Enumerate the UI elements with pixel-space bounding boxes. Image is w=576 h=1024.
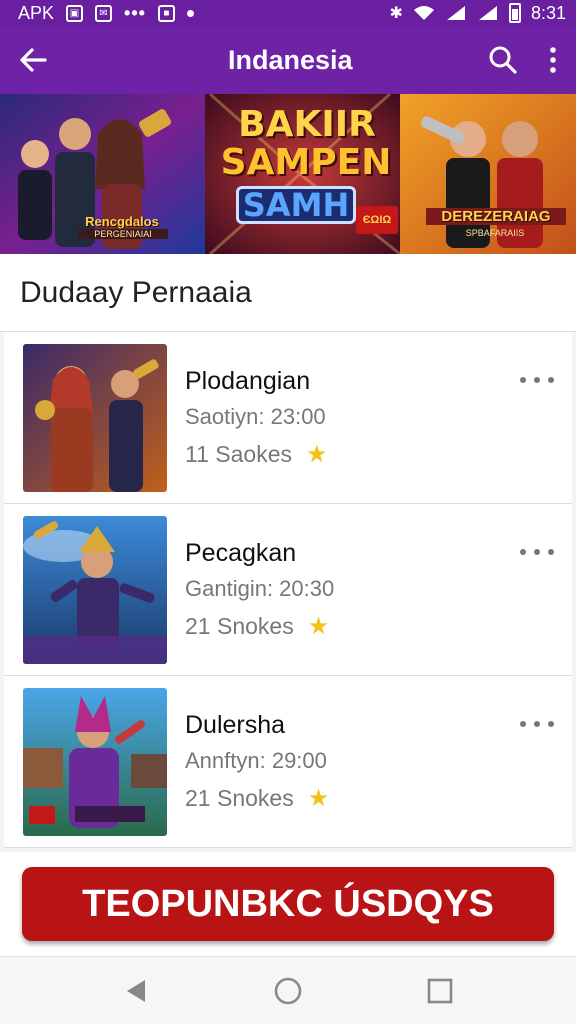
overflow-menu-button[interactable] — [530, 26, 576, 94]
nav-recents-button[interactable] — [410, 961, 470, 1021]
banner-title-line3: SAMH — [236, 186, 356, 224]
mail-icon: ✉ — [95, 4, 113, 22]
photo-icon: ▣ — [66, 4, 84, 22]
cta-container: TEOPUNBKC ÚSDQYS — [0, 852, 576, 956]
status-apk-label: APK — [18, 2, 55, 23]
banner-title-line2: SAMPEN — [220, 142, 392, 183]
status-time: 8:31 — [530, 2, 566, 23]
item-title: Pecagkan — [185, 538, 297, 567]
banner-right-caption: DEREZERAIAG — [426, 208, 566, 225]
more-horizontal-icon — [520, 549, 526, 555]
list-item[interactable]: Plodangian Saotiyn: 23:00 11 Saokes ★ — [4, 332, 572, 504]
item-time: Saotiyn: 23:00 — [185, 403, 326, 429]
signal-icon-1 — [446, 6, 465, 20]
banner-title-line1: BAKIIR — [238, 104, 376, 145]
notification-dot-icon — [186, 9, 194, 17]
square-recents-icon — [427, 978, 453, 1003]
app-bar: Indanesia — [0, 26, 576, 94]
item-title: Dulersha — [185, 710, 286, 739]
event-list: Plodangian Saotiyn: 23:00 11 Saokes ★ Pe… — [4, 332, 572, 848]
more-vertical-icon — [550, 47, 556, 73]
arrow-left-icon — [20, 48, 47, 72]
banner-left-caption: Rencgdalos — [85, 214, 159, 229]
cta-button[interactable]: TEOPUNBKC ÚSDQYS — [22, 867, 554, 941]
section-title: Dudaay Pernaaia — [0, 254, 576, 332]
banner-badge: ЄΩΙΩ — [356, 206, 398, 234]
nav-home-button[interactable] — [258, 961, 318, 1021]
back-button[interactable] — [0, 26, 66, 94]
banner-left-subcaption: PERGENIAIAI — [78, 229, 168, 239]
signal-icon-2 — [478, 6, 497, 20]
battery-icon — [508, 3, 521, 23]
bluetooth-icon: ✱ — [389, 5, 403, 22]
nav-back-button[interactable] — [106, 961, 166, 1021]
promo-banner[interactable]: BAKIIR SAMPEN SAMH Rencgdalos PERGENIAIA… — [0, 94, 576, 254]
item-time: Gantigin: 20:30 — [185, 575, 335, 601]
triangle-back-icon — [127, 979, 145, 1002]
item-count: 11 Saokes — [185, 440, 292, 467]
item-count: 21 Snokes — [185, 784, 294, 811]
search-icon — [489, 46, 517, 74]
item-thumbnail — [23, 687, 167, 836]
list-item[interactable]: Pecagkan Gantigin: 20:30 21 Snokes ★ — [4, 504, 572, 676]
item-title: Plodangian — [185, 366, 311, 395]
page-title: Indanesia — [228, 44, 353, 75]
star-icon: ★ — [307, 612, 330, 640]
item-more-button[interactable] — [520, 712, 554, 736]
status-bar: APK ▣ ✉ ••• ■ ✱ 8:31 — [0, 0, 576, 26]
more-horizontal-icon — [520, 721, 526, 727]
circle-home-icon — [274, 977, 302, 1004]
banner-right-subcaption: SPBAFARAIIS — [465, 228, 525, 238]
item-more-button[interactable] — [520, 368, 554, 392]
search-button[interactable] — [476, 26, 530, 94]
list-item[interactable]: Dulersha Annftyn: 29:00 21 Snokes ★ — [4, 676, 572, 848]
item-thumbnail — [23, 515, 167, 664]
star-icon: ★ — [307, 784, 330, 812]
item-thumbnail — [23, 343, 167, 492]
system-nav-bar — [0, 956, 576, 1024]
item-count: 21 Snokes — [185, 612, 294, 639]
item-time: Annftyn: 29:00 — [185, 747, 327, 773]
item-more-button[interactable] — [520, 540, 554, 564]
star-icon: ★ — [305, 440, 328, 468]
more-notifications-icon: ••• — [124, 2, 146, 23]
more-horizontal-icon — [520, 377, 526, 383]
app-notification-icon: ■ — [157, 4, 175, 22]
wifi-icon — [413, 6, 434, 20]
